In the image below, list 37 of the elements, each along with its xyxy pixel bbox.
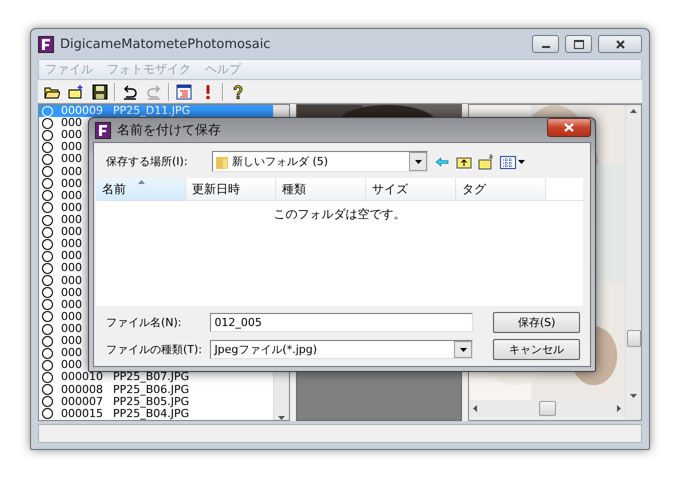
filename-label: ファイル名(N): <box>106 315 183 330</box>
filetype-label: ファイルの種類(T): <box>106 342 204 357</box>
file-name: PP25_B04.JPG <box>113 408 190 420</box>
file-number: 000 <box>61 286 83 299</box>
file-name: PP25_B06.JPG <box>113 384 190 396</box>
file-number: 000 <box>61 238 83 250</box>
file-number: 000 <box>61 347 83 360</box>
file-name: PP25_B05.JPG <box>113 396 190 408</box>
file-number: 000 <box>61 298 83 311</box>
window-title: DigicameMatometePhotomosaic <box>60 36 272 52</box>
file-number: 000 <box>61 274 83 287</box>
file-number: 000 <box>61 153 83 166</box>
file-number: 000 <box>61 250 83 262</box>
file-number: 000 <box>61 262 83 274</box>
file-number: 000 <box>61 310 83 323</box>
file-number: 000 <box>61 323 83 336</box>
file-number: 000 <box>61 214 83 226</box>
file-number: 000 <box>61 359 83 372</box>
file-number: 000 <box>61 335 83 348</box>
file-number: 000 <box>61 141 83 154</box>
file-number: 000007 <box>61 396 104 408</box>
dialog-title: 名前を付けて保存 <box>117 122 222 139</box>
file-number: 000015 <box>61 408 104 420</box>
file-number: 000 <box>61 117 83 130</box>
file-number: 000 <box>61 202 83 214</box>
empty-message: このフォルダは空です。 <box>274 206 406 223</box>
file-number: 000 <box>61 129 83 142</box>
location-label: 保存する場所(I): <box>106 154 189 169</box>
file-number: 000 <box>61 226 83 238</box>
file-name: PP25_B07.JPG <box>113 371 190 384</box>
file-number: 000009 <box>61 105 104 118</box>
file-number: 000010 <box>61 371 104 384</box>
file-number: 000 <box>61 178 83 190</box>
file-number: 000 <box>61 190 83 202</box>
file-name: PP25_D11.JPG <box>113 105 190 118</box>
file-number: 000008 <box>61 384 104 396</box>
file-number: 000 <box>61 166 83 178</box>
